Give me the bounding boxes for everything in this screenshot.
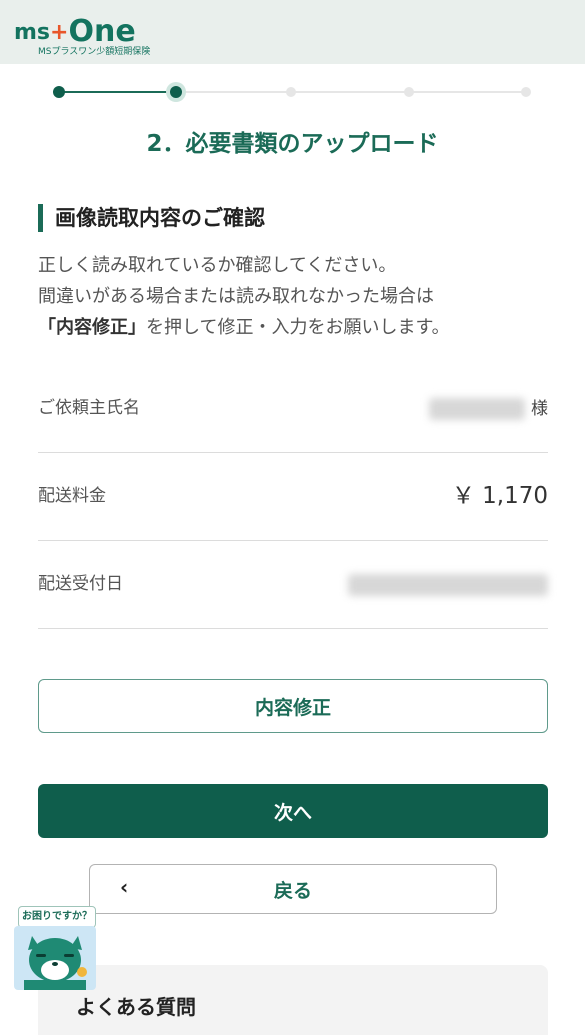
acceptance-date-label: 配送受付日 xyxy=(38,574,123,594)
logo-subtitle: MSプラスワン少額短期保険 xyxy=(38,47,151,57)
instruction-line-3: 「内容修正」を押して修正・入力をお願いします。 xyxy=(38,317,450,338)
instruction-line-2: 間違いがある場合または読み取れなかった場合は xyxy=(38,286,434,307)
step-dot-3 xyxy=(286,87,296,97)
back-button[interactable]: ‹ 戻る xyxy=(89,864,497,914)
brand-logo[interactable]: ms+One MSプラスワン少額短期保険 xyxy=(14,8,174,57)
mascot-icon xyxy=(14,926,96,990)
redacted-name xyxy=(429,397,525,420)
row-requester-name: ご依頼主氏名 様 xyxy=(38,364,548,453)
instruction-text: 正しく読み取れているか確認してください。 間違いがある場合または読み取れなかった… xyxy=(38,250,558,343)
step-dot-2-current xyxy=(166,82,186,102)
redacted-date xyxy=(348,573,548,596)
app-header: ms+One MSプラスワン少額短期保険 xyxy=(0,0,585,64)
back-button-label: 戻る xyxy=(273,879,312,902)
logo-wordmark: ms+One xyxy=(14,14,136,49)
stepper-track-complete xyxy=(58,91,175,93)
faq-title: よくある質問 xyxy=(76,995,196,1019)
honorific-suffix: 様 xyxy=(531,398,548,419)
chevron-left-icon: ‹ xyxy=(120,875,129,899)
row-acceptance-date: 配送受付日 xyxy=(38,540,548,629)
step-title: 2．必要書類のアップロード xyxy=(146,131,439,157)
requester-name-label: ご依頼主氏名 xyxy=(38,398,140,418)
instruction-emphasis: 「内容修正」 xyxy=(38,317,146,338)
help-widget[interactable]: お困りですか？ xyxy=(14,904,96,990)
help-bubble: お困りですか？ xyxy=(18,906,96,928)
acceptance-date-value xyxy=(348,540,548,628)
next-button[interactable]: 次へ xyxy=(38,784,548,838)
faq-section: よくある質問 xyxy=(38,965,548,1035)
step-dot-1 xyxy=(53,86,65,98)
step-dot-4 xyxy=(404,87,414,97)
progress-stepper xyxy=(53,82,531,102)
instruction-line-1: 正しく読み取れているか確認してください。 xyxy=(38,255,397,276)
shipping-fee-label: 配送料金 xyxy=(38,486,106,506)
requester-name-value: 様 xyxy=(429,364,548,453)
section-heading: 画像読取内容のご確認 xyxy=(38,204,265,232)
shipping-fee-value: ￥ 1,170 xyxy=(451,483,548,509)
row-shipping-fee: 配送料金 ￥ 1,170 xyxy=(38,452,548,541)
stepper-track xyxy=(175,91,526,93)
step-dot-5 xyxy=(521,87,531,97)
edit-content-button[interactable]: 内容修正 xyxy=(38,679,548,733)
